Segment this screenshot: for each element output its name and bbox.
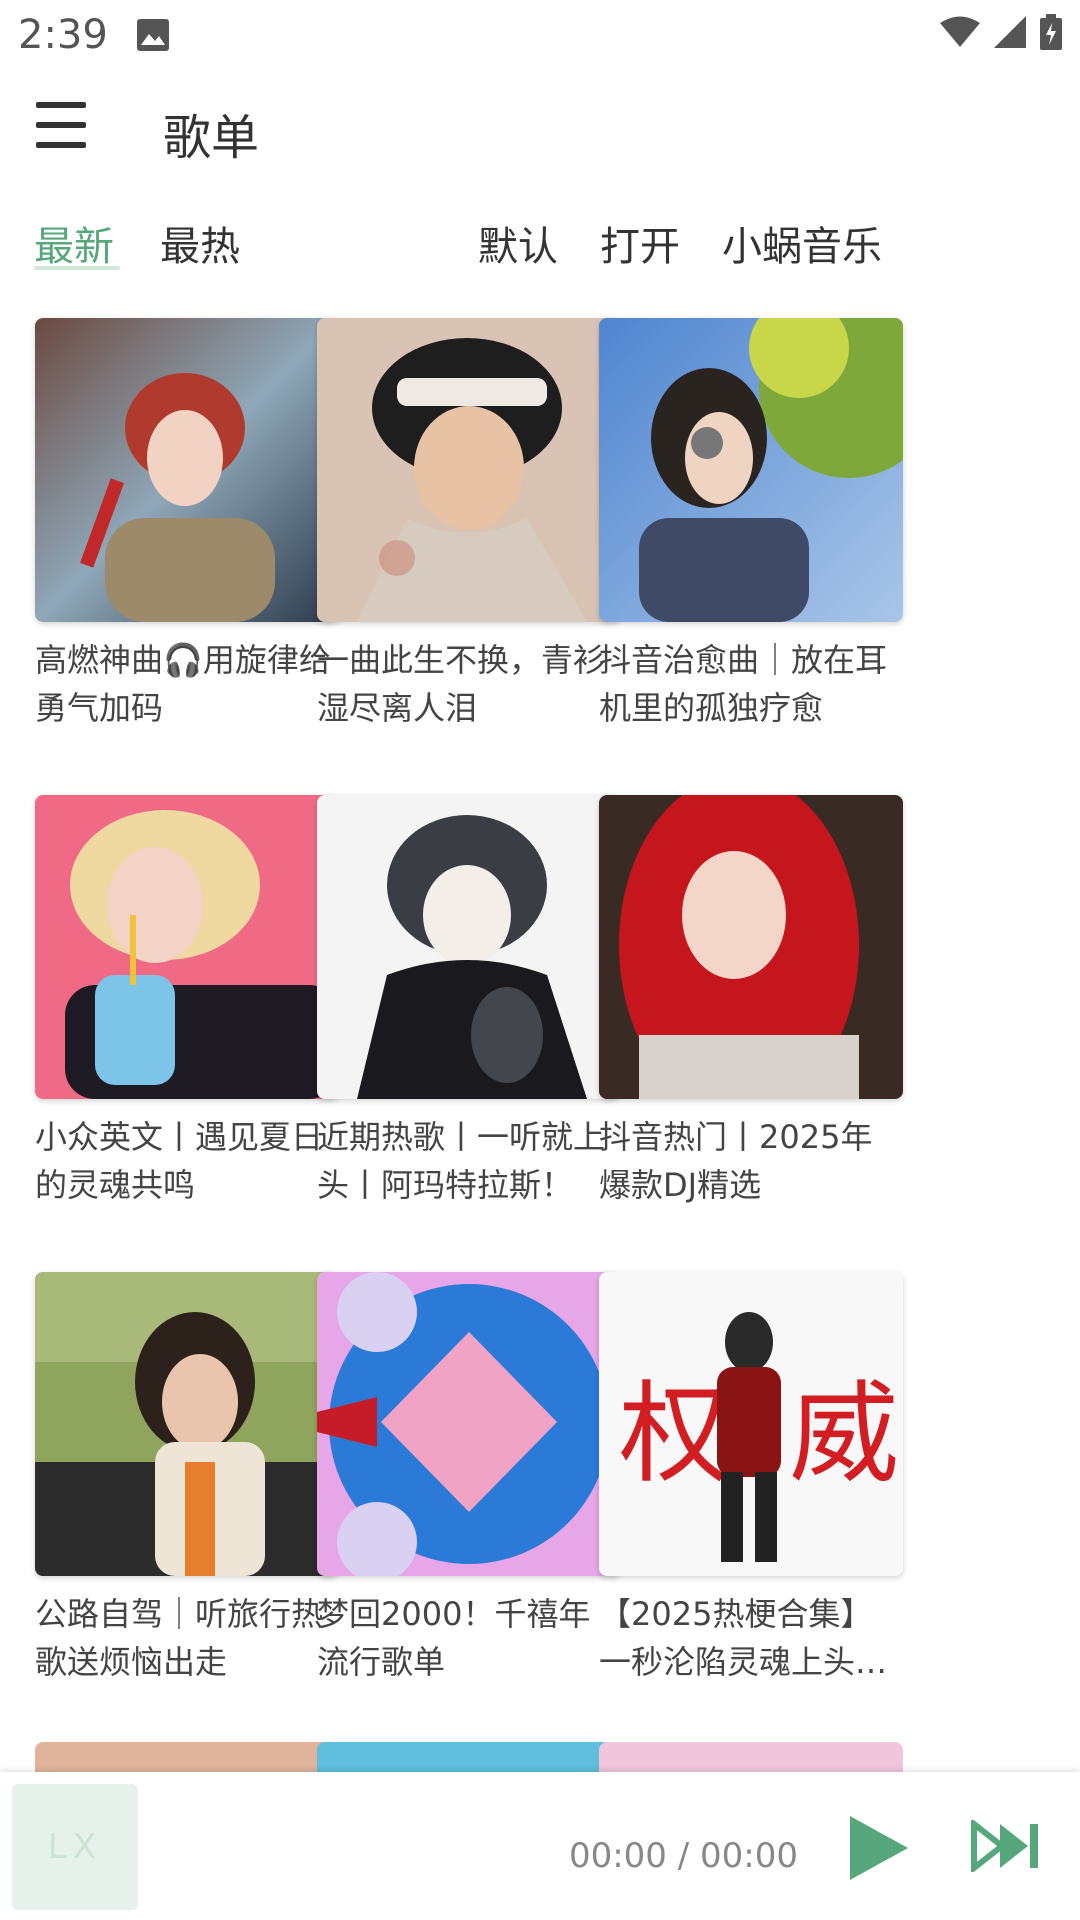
playlist-title: 公路自驾｜听旅行热歌送烦恼出走 <box>35 1595 324 1681</box>
playlist-card[interactable]: 小众英文丨遇见夏日的灵魂共鸣 <box>35 795 339 1209</box>
battery-icon <box>1040 14 1062 54</box>
playback-time: 00:00 / 00:00 <box>568 1836 798 1876</box>
playlist-card[interactable]: 抖音热门丨2025年爆款DJ精选 <box>599 795 903 1209</box>
active-tab-indicator <box>34 266 120 270</box>
playlist-title: 小众英文丨遇见夏日的灵魂共鸣 <box>35 1118 324 1204</box>
signal-icon <box>994 16 1026 52</box>
playlist-title: 近期热歌丨一听就上头丨阿玛特拉斯！ <box>317 1118 606 1204</box>
playlist-title: 高燃神曲🎧用旋律给勇气加码 <box>35 641 331 727</box>
play-icon <box>850 1816 908 1880</box>
playlist-card[interactable]: 近期热歌丨一听就上头丨阿玛特拉斯！ <box>317 795 621 1209</box>
wifi-icon <box>940 16 980 52</box>
menu-icon <box>36 102 86 108</box>
playlist-cover <box>35 795 339 1099</box>
playlist-title: 梦回2000！千禧年流行歌单 <box>317 1595 591 1681</box>
menu-button[interactable] <box>36 102 96 158</box>
playlist-card[interactable]: 高燃神曲🎧用旋律给勇气加码 <box>35 318 339 732</box>
svg-text:权: 权 <box>619 1370 729 1498</box>
status-time: 2:39 <box>18 12 108 58</box>
image-notification-icon <box>136 18 170 56</box>
playlist-cover <box>35 318 339 622</box>
playlist-card[interactable]: 公路自驾｜听旅行热歌送烦恼出走 <box>35 1272 339 1686</box>
playlist-title: 抖音治愈曲｜放在耳机里的孤独疗愈 <box>599 641 888 727</box>
playlist-card[interactable]: 抖音治愈曲｜放在耳机里的孤独疗愈 <box>599 318 903 732</box>
source-default[interactable]: 默认 <box>478 214 558 272</box>
open-button[interactable]: 打开 <box>600 214 680 272</box>
skip-next-icon <box>971 1817 1038 1875</box>
now-playing-cover[interactable]: LX <box>12 1784 138 1910</box>
play-button[interactable] <box>846 1812 912 1884</box>
playlist-cover <box>599 795 903 1099</box>
app-bar: 歌单 <box>0 72 1080 188</box>
playlist-title: 【2025热梗合集】一秒沦陷灵魂上头… <box>599 1595 888 1681</box>
playlist-cover: 权威 <box>599 1272 903 1576</box>
next-track-button[interactable] <box>970 1817 1042 1875</box>
tab-bar: 最新 最热 默认 打开 小蜗音乐 <box>0 206 1080 272</box>
source-xiaowo-music[interactable]: 小蜗音乐 <box>722 214 882 272</box>
playlist-cover <box>35 1272 339 1576</box>
playlist-cover <box>317 318 621 622</box>
playlist-card[interactable]: 权威 【2025热梗合集】一秒沦陷灵魂上头… <box>599 1272 903 1686</box>
playlist-title: 一曲此生不换，青衫湿尽离人泪 <box>317 641 606 727</box>
playlist-cover <box>317 1272 621 1576</box>
tab-newest[interactable]: 最新 <box>34 214 114 272</box>
page-title: 歌单 <box>163 110 260 166</box>
svg-text:威: 威 <box>789 1370 899 1498</box>
tab-hottest[interactable]: 最热 <box>160 214 240 272</box>
playlist-card[interactable]: 梦回2000！千禧年流行歌单 <box>317 1272 621 1686</box>
playlist-title: 抖音热门丨2025年爆款DJ精选 <box>599 1118 873 1204</box>
playlist-cover <box>599 318 903 622</box>
player-bar: LX 00:00 / 00:00 <box>0 1772 1080 1920</box>
playlist-cover <box>317 795 621 1099</box>
playlist-card[interactable]: 一曲此生不换，青衫湿尽离人泪 <box>317 318 621 732</box>
status-bar: 2:39 <box>0 0 1080 72</box>
